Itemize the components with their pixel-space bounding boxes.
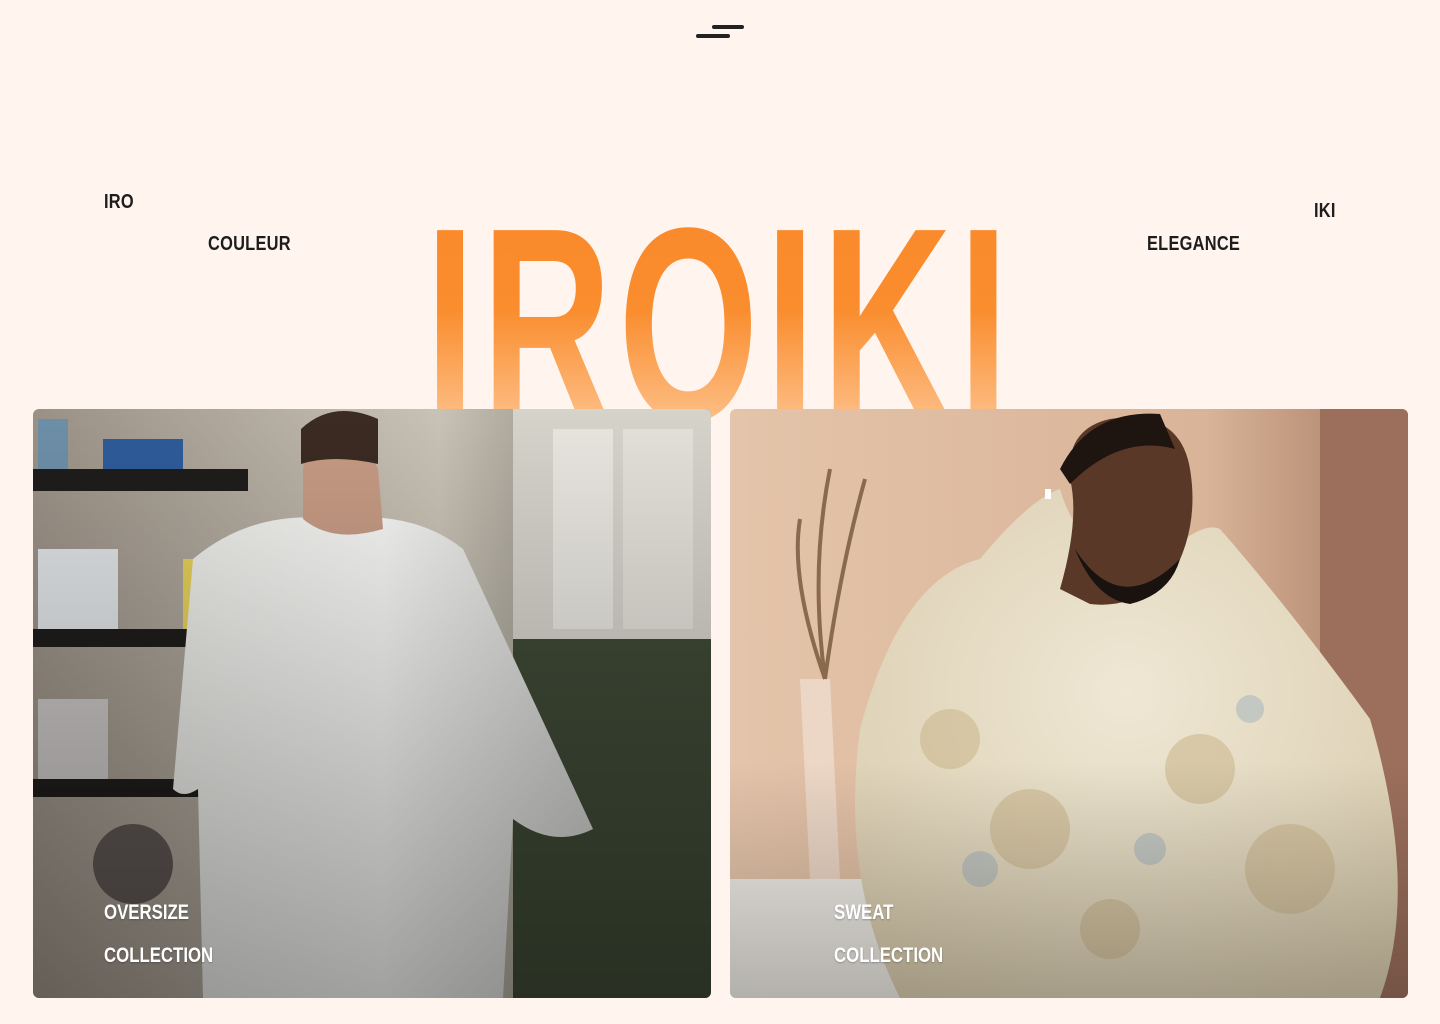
oversize-collection-card[interactable]: OVERSIZE COLLECTION	[33, 409, 711, 998]
hero-word-couleur: COULEUR	[208, 233, 291, 255]
sweat-collection-image	[730, 409, 1408, 998]
hero-word-elegance: ELEGANCE	[1147, 233, 1241, 255]
sweat-collection-label: SWEAT COLLECTION	[834, 891, 943, 977]
brand-logo-title: IROIKI	[425, 171, 1005, 479]
hero-word-iki: IKI	[1314, 200, 1336, 222]
hamburger-menu-icon	[712, 25, 744, 29]
collection-title: SWEAT	[834, 901, 894, 924]
sweat-collection-card[interactable]: SWEAT COLLECTION	[730, 409, 1408, 998]
collection-title: OVERSIZE	[104, 901, 189, 924]
collection-subtitle: COLLECTION	[834, 944, 944, 967]
collection-subtitle: COLLECTION	[104, 944, 214, 967]
menu-button[interactable]	[694, 22, 746, 42]
oversize-collection-label: OVERSIZE COLLECTION	[104, 891, 213, 977]
hamburger-menu-icon-line	[696, 34, 730, 38]
hero-word-iro: IRO	[104, 191, 134, 213]
